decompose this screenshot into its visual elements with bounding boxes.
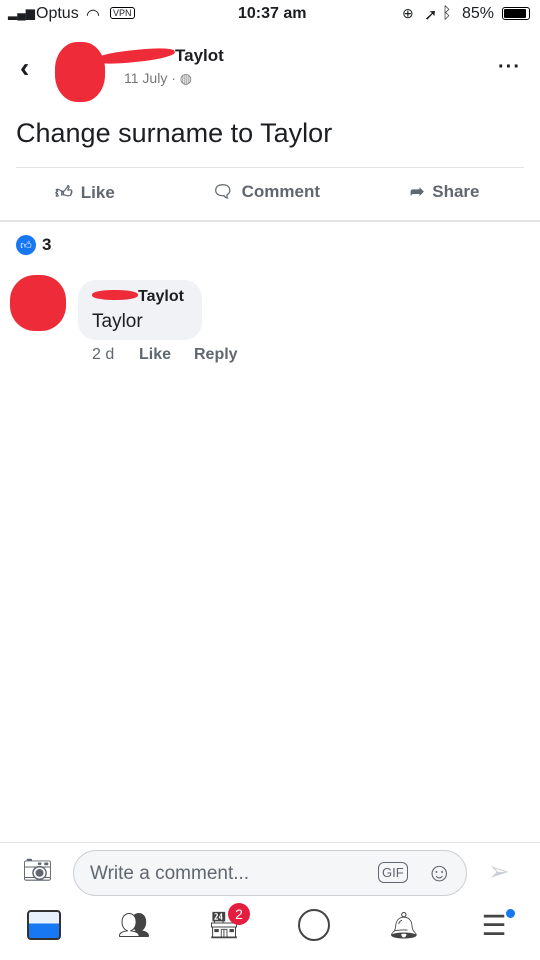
thumbs-up-icon: 👍︎ (55, 183, 73, 202)
vpn-badge: VPN (110, 7, 135, 19)
emoji-button[interactable]: ☺ (426, 857, 453, 888)
comment-author[interactable]: Taylot (138, 288, 184, 306)
redaction (92, 290, 138, 300)
reaction-count: 3 (42, 235, 52, 254)
wifi-icon: ◠ (86, 7, 100, 24)
comment-like-button[interactable]: Like (139, 346, 171, 364)
comment-age: 2 d (92, 346, 115, 363)
separator: · (171, 70, 176, 86)
commenter-avatar[interactable] (10, 275, 66, 331)
divider (0, 842, 540, 843)
status-bar: ▂▄▆ Optus ◠ VPN 10:37 am ⊕ ➚ ᛒ 85% (0, 0, 540, 28)
globe-icon: ◍ (179, 70, 192, 86)
orientation-lock-icon: ⊕ (402, 5, 414, 21)
clock: 10:37 am (238, 5, 307, 22)
avatar[interactable] (55, 42, 105, 102)
post-author[interactable]: Taylot (175, 46, 224, 66)
redaction (94, 45, 176, 67)
comment-placeholder: Write a comment... (90, 863, 250, 884)
like-label: Like (80, 182, 115, 202)
nav-menu[interactable]: ☰ (474, 905, 515, 945)
friends-icon: 👥︎ (117, 909, 151, 940)
comment-icon: 🗨︎ (212, 182, 234, 201)
signal-icon: ▂▄▆ (8, 6, 35, 20)
nav-news-feed[interactable] (24, 905, 64, 945)
menu-icon: ☰ (481, 909, 507, 941)
more-options-button[interactable]: ··· (498, 56, 521, 79)
battery-icon (502, 7, 530, 20)
bluetooth-icon: ᛒ (442, 5, 452, 22)
reaction-summary[interactable]: 👍︎ 3 (16, 235, 51, 255)
post-text: Change surname to Taylor (16, 118, 333, 148)
comment-button[interactable]: 🗨︎ Comment (212, 182, 320, 202)
share-label: Share (432, 182, 480, 201)
news-feed-icon (27, 910, 61, 940)
bell-icon: 🔔︎ (387, 909, 421, 940)
back-button[interactable]: ‹ (20, 52, 29, 84)
notification-badge: 2 (228, 903, 250, 925)
divider (16, 167, 524, 168)
battery-percent: 85% (462, 5, 495, 22)
comment-input[interactable]: Write a comment... GIF ☺ (73, 850, 467, 896)
comment-text: Taylor (92, 311, 143, 332)
menu-dot (506, 909, 515, 918)
comment-reply-button[interactable]: Reply (194, 346, 238, 364)
gif-button[interactable]: GIF (378, 862, 408, 883)
profile-icon (298, 909, 330, 941)
nav-friends[interactable]: 👥︎ (114, 905, 154, 945)
carrier: Optus (36, 5, 79, 22)
post-date[interactable]: 11 July · ◍ (124, 70, 192, 87)
date: 11 July (124, 70, 168, 86)
share-button[interactable]: ➦ Share (410, 182, 480, 202)
share-icon: ➦ (410, 182, 425, 201)
nav-notifications[interactable]: 🔔︎ (384, 905, 424, 945)
like-reaction-icon: 👍︎ (16, 235, 36, 255)
nav-marketplace[interactable]: 🏪︎ 2 (204, 903, 250, 945)
camera-icon[interactable]: 📷︎ (22, 856, 52, 885)
location-icon: ➚ (424, 7, 438, 24)
nav-profile[interactable] (294, 905, 334, 945)
divider (0, 220, 540, 222)
send-button[interactable]: ➢ (488, 856, 510, 887)
comment-label: Comment (241, 182, 320, 201)
like-button[interactable]: 👍︎ Like (55, 182, 115, 203)
